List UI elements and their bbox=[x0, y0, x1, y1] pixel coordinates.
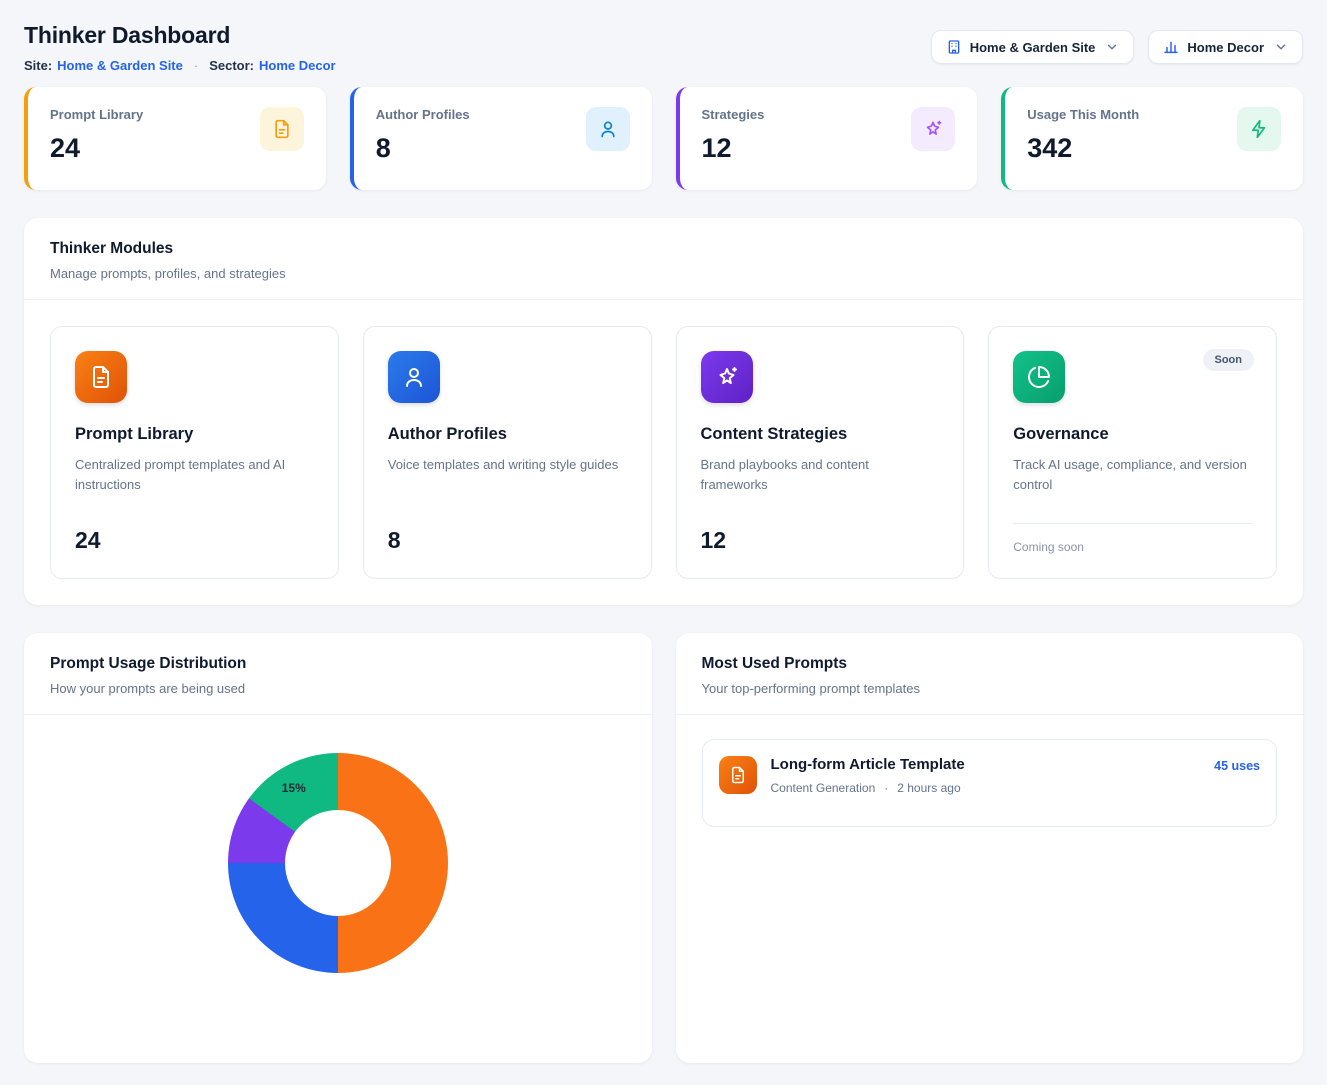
module-card-content-strategies[interactable]: Content Strategies Brand playbooks and c… bbox=[676, 326, 965, 579]
stat-text: Prompt Library 24 bbox=[50, 107, 143, 164]
pie-chart-icon bbox=[1013, 351, 1065, 403]
stat-card-usage: Usage This Month 342 bbox=[1001, 87, 1303, 190]
chevron-down-icon bbox=[1274, 40, 1288, 54]
coming-soon-text: Coming soon bbox=[1013, 523, 1252, 554]
modules-subtitle: Manage prompts, profiles, and strategies bbox=[50, 266, 1277, 281]
module-title: Author Profiles bbox=[388, 425, 627, 444]
site-selector-label: Home & Garden Site bbox=[970, 40, 1096, 55]
lightning-icon bbox=[1237, 107, 1281, 151]
usage-panel-subtitle: How your prompts are being used bbox=[50, 681, 626, 696]
module-description: Centralized prompt templates and AI inst… bbox=[75, 455, 314, 495]
item-text: Long-form Article Template Content Gener… bbox=[771, 756, 965, 795]
site-label: Site: bbox=[24, 58, 52, 73]
stat-card-strategies: Strategies 12 bbox=[676, 87, 978, 190]
module-card-prompt-library[interactable]: Prompt Library Centralized prompt templa… bbox=[50, 326, 339, 579]
module-description: Brand playbooks and content frameworks bbox=[701, 455, 940, 495]
modules-grid: Prompt Library Centralized prompt templa… bbox=[24, 300, 1303, 605]
usage-panel-header: Prompt Usage Distribution How your promp… bbox=[24, 633, 652, 715]
dashboard-page: Thinker Dashboard Site: Home & Garden Si… bbox=[0, 0, 1327, 1085]
thinker-modules-section: Thinker Modules Manage prompts, profiles… bbox=[24, 218, 1303, 605]
soon-badge: Soon bbox=[1203, 349, 1255, 371]
module-card-governance[interactable]: Soon Governance Track AI usage, complian… bbox=[988, 326, 1277, 579]
module-title: Governance bbox=[1013, 425, 1252, 444]
module-card-author-profiles[interactable]: Author Profiles Voice templates and writ… bbox=[363, 326, 652, 579]
most-used-title: Most Used Prompts bbox=[702, 655, 1278, 673]
site-selector-dropdown[interactable]: Home & Garden Site bbox=[931, 30, 1135, 64]
sparkle-star-icon bbox=[701, 351, 753, 403]
stat-value: 24 bbox=[50, 133, 143, 164]
prompt-item-title: Long-form Article Template bbox=[771, 756, 965, 773]
prompt-item-uses-badge: 45 uses bbox=[1214, 756, 1260, 773]
bar-chart-icon bbox=[1163, 39, 1179, 55]
file-icon bbox=[260, 107, 304, 151]
stats-row: Prompt Library 24 Author Profiles 8 Stra… bbox=[24, 87, 1303, 190]
modules-header: Thinker Modules Manage prompts, profiles… bbox=[24, 218, 1303, 300]
topbar: Thinker Dashboard Site: Home & Garden Si… bbox=[24, 22, 1303, 73]
title-block: Thinker Dashboard Site: Home & Garden Si… bbox=[24, 22, 336, 73]
modules-title: Thinker Modules bbox=[50, 240, 1277, 258]
stat-label: Usage This Month bbox=[1027, 107, 1139, 122]
module-description: Track AI usage, compliance, and version … bbox=[1013, 455, 1252, 495]
stat-value: 8 bbox=[376, 133, 470, 164]
meta-separator: · bbox=[884, 781, 888, 795]
usage-panel-title: Prompt Usage Distribution bbox=[50, 655, 626, 673]
stat-text: Usage This Month 342 bbox=[1027, 107, 1139, 164]
breadcrumb-separator: · bbox=[194, 58, 198, 73]
prompt-usage-panel: Prompt Usage Distribution How your promp… bbox=[24, 633, 652, 1063]
sparkle-star-icon bbox=[911, 107, 955, 151]
bottom-row: Prompt Usage Distribution How your promp… bbox=[24, 633, 1303, 1063]
sector-selector-label: Home Decor bbox=[1187, 40, 1264, 55]
file-icon bbox=[75, 351, 127, 403]
module-description: Voice templates and writing style guides bbox=[388, 455, 627, 475]
sector-link[interactable]: Home Decor bbox=[259, 58, 336, 73]
stat-label: Prompt Library bbox=[50, 107, 143, 122]
most-used-list: Long-form Article Template Content Gener… bbox=[676, 715, 1304, 851]
module-count: 8 bbox=[388, 527, 627, 554]
breadcrumb: Site: Home & Garden Site · Sector: Home … bbox=[24, 58, 336, 73]
donut-chart bbox=[228, 753, 448, 973]
sector-label: Sector: bbox=[209, 58, 254, 73]
stat-value: 342 bbox=[1027, 133, 1139, 164]
module-title: Content Strategies bbox=[701, 425, 940, 444]
stat-label: Strategies bbox=[702, 107, 765, 122]
donut-chart-area: 15% bbox=[24, 715, 652, 1055]
prompt-list-item[interactable]: Long-form Article Template Content Gener… bbox=[702, 739, 1278, 827]
building-icon bbox=[946, 39, 962, 55]
stat-card-author-profiles: Author Profiles 8 bbox=[350, 87, 652, 190]
stat-text: Strategies 12 bbox=[702, 107, 765, 164]
prompt-item-category: Content Generation bbox=[771, 781, 876, 795]
stat-card-prompt-library: Prompt Library 24 bbox=[24, 87, 326, 190]
module-count: 12 bbox=[701, 527, 940, 554]
most-used-subtitle: Your top-performing prompt templates bbox=[702, 681, 1278, 696]
stat-text: Author Profiles 8 bbox=[376, 107, 470, 164]
donut-segment-label: 15% bbox=[282, 781, 306, 795]
file-icon bbox=[719, 756, 757, 794]
sector-selector-dropdown[interactable]: Home Decor bbox=[1148, 30, 1303, 64]
most-used-prompts-panel: Most Used Prompts Your top-performing pr… bbox=[676, 633, 1304, 1063]
module-count: 24 bbox=[75, 527, 314, 554]
chevron-down-icon bbox=[1105, 40, 1119, 54]
header-selectors: Home & Garden Site Home Decor bbox=[931, 30, 1303, 64]
site-link[interactable]: Home & Garden Site bbox=[57, 58, 183, 73]
prompt-item-time: 2 hours ago bbox=[897, 781, 960, 795]
page-title: Thinker Dashboard bbox=[24, 22, 336, 49]
stat-value: 12 bbox=[702, 133, 765, 164]
person-icon bbox=[586, 107, 630, 151]
prompt-item-meta: Content Generation · 2 hours ago bbox=[771, 781, 965, 795]
person-icon bbox=[388, 351, 440, 403]
module-title: Prompt Library bbox=[75, 425, 314, 444]
most-used-header: Most Used Prompts Your top-performing pr… bbox=[676, 633, 1304, 715]
stat-label: Author Profiles bbox=[376, 107, 470, 122]
